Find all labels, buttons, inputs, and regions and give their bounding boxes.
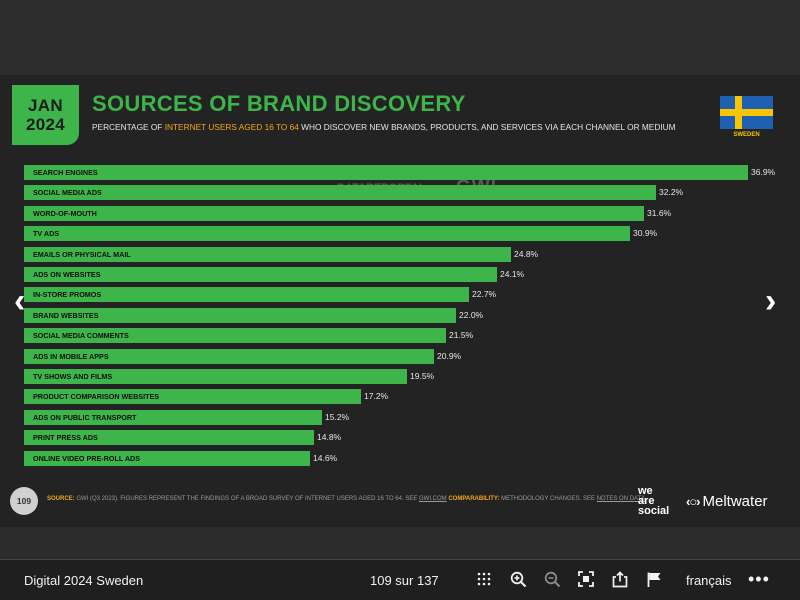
bar-category-label: SOCIAL MEDIA ADS — [33, 188, 102, 197]
bar-value-label: 14.6% — [313, 453, 338, 463]
gwi-link[interactable]: GWI.COM — [419, 496, 447, 502]
bar: SEARCH ENGINES — [24, 165, 748, 180]
bar-value-label: 17.2% — [364, 391, 389, 401]
bar: IN-STORE PROMOS — [24, 287, 469, 302]
bar-category-label: PRINT PRESS ADS — [33, 433, 98, 442]
page-counter: 109 sur 137 — [370, 573, 439, 588]
meltwater-logo: ‹○› Meltwater — [686, 493, 768, 510]
bar-value-label: 22.7% — [472, 289, 497, 299]
bar-value-label: 32.2% — [659, 187, 684, 197]
bar: SOCIAL MEDIA COMMENTS — [24, 328, 446, 343]
bar-value-label: 21.5% — [449, 330, 474, 340]
date-badge: JAN 2024 — [12, 85, 79, 145]
date-month: JAN — [28, 96, 63, 115]
bar-value-label: 30.9% — [633, 228, 658, 238]
comparability-label: COMPARABILITY: — [446, 496, 500, 502]
share-icon[interactable] — [610, 568, 630, 590]
bar-chart: SEARCH ENGINES 36.9% SOCIAL MEDIA ADS 32.2%… — [24, 165, 784, 475]
bar-category-label: EMAILS OR PHYSICAL MAIL — [33, 250, 131, 259]
bar: ONLINE VIDEO PRE-ROLL ADS — [24, 451, 310, 466]
slide-page-number: 109 — [10, 487, 38, 515]
bar-value-label: 20.9% — [437, 351, 462, 361]
bar: TV SHOWS AND FILMS — [24, 369, 407, 384]
bar-value-label: 24.1% — [500, 269, 525, 279]
source-label: SOURCE: — [47, 496, 75, 502]
sweden-flag-icon — [720, 96, 773, 129]
we-are-social-logo: we are social — [638, 485, 670, 517]
bar-value-label: 22.0% — [459, 310, 484, 320]
bar-category-label: TV ADS — [33, 229, 60, 238]
fullscreen-icon[interactable] — [576, 568, 596, 590]
bar-category-label: ADS ON PUBLIC TRANSPORT — [33, 413, 137, 422]
viewer-top-area — [0, 0, 800, 75]
grid-view-icon[interactable] — [474, 568, 494, 590]
bar-category-label: ADS IN MOBILE APPS — [33, 352, 109, 361]
bar-category-label: IN-STORE PROMOS — [33, 290, 102, 299]
subtitle-highlight: INTERNET USERS AGED 16 TO 64 — [164, 122, 299, 132]
bar: BRAND WEBSITES — [24, 308, 456, 323]
source-note: SOURCE: GWI (Q3 2023). FIGURES REPRESENT… — [47, 496, 647, 502]
bar-value-label: 36.9% — [751, 167, 776, 177]
document-title: Digital 2024 Sweden — [24, 573, 144, 588]
zoom-in-icon[interactable] — [508, 568, 528, 590]
bar: TV ADS — [24, 226, 630, 241]
meltwater-wordmark: Meltwater — [702, 493, 768, 510]
bar-category-label: ADS ON WEBSITES — [33, 270, 101, 279]
zoom-out-icon[interactable] — [542, 568, 562, 590]
bar-value-label: 19.5% — [410, 371, 435, 381]
subtitle-pre: PERCENTAGE OF — [92, 122, 165, 132]
more-options-icon[interactable]: ••• — [748, 569, 770, 590]
bar-category-label: SEARCH ENGINES — [33, 168, 98, 177]
bar: SOCIAL MEDIA ADS — [24, 185, 656, 200]
country-label: SWEDEN — [733, 132, 760, 138]
bar-category-label: SOCIAL MEDIA COMMENTS — [33, 331, 129, 340]
viewer-toolbar: Digital 2024 Sweden 109 sur 137 français… — [0, 559, 800, 600]
slide: JAN 2024 SOURCES OF BRAND DISCOVERY PERC… — [0, 75, 800, 527]
bar-category-label: TV SHOWS AND FILMS — [33, 372, 113, 381]
bar: WORD-OF-MOUTH — [24, 206, 644, 221]
bar-category-label: ONLINE VIDEO PRE-ROLL ADS — [33, 454, 141, 463]
bar: ADS IN MOBILE APPS — [24, 349, 434, 364]
bar-category-label: PRODUCT COMPARISON WEBSITES — [33, 392, 160, 401]
subtitle-post: WHO DISCOVER NEW BRANDS, PRODUCTS, AND S… — [298, 122, 676, 132]
meltwater-mark-icon: ‹○› — [686, 494, 700, 509]
bar-value-label: 24.8% — [514, 249, 539, 259]
bar-value-label: 15.2% — [325, 412, 350, 422]
previous-slide-arrow-icon[interactable]: ‹ — [14, 284, 25, 318]
bar-category-label: WORD-OF-MOUTH — [33, 209, 97, 218]
bar: ADS ON WEBSITES — [24, 267, 497, 282]
slide-title: SOURCES OF BRAND DISCOVERY — [92, 91, 466, 116]
bar: ADS ON PUBLIC TRANSPORT — [24, 410, 322, 425]
language-selector[interactable]: français — [686, 573, 732, 588]
comparability-text: METHODOLOGY CHANGES. SEE — [499, 496, 597, 502]
bar-category-label: BRAND WEBSITES — [33, 311, 99, 320]
slide-subtitle: PERCENTAGE OF INTERNET USERS AGED 16 TO … — [92, 122, 676, 132]
bar: PRINT PRESS ADS — [24, 430, 314, 445]
bar: PRODUCT COMPARISON WEBSITES — [24, 389, 361, 404]
date-year: 2024 — [25, 115, 66, 134]
source-text: GWI (Q3 2023). FIGURES REPRESENT THE FIN… — [74, 496, 419, 502]
next-slide-arrow-icon[interactable]: › — [765, 284, 776, 318]
flag-icon[interactable] — [644, 568, 664, 590]
bar-value-label: 31.6% — [647, 208, 672, 218]
bar-value-label: 14.8% — [317, 432, 342, 442]
bar: EMAILS OR PHYSICAL MAIL — [24, 247, 511, 262]
